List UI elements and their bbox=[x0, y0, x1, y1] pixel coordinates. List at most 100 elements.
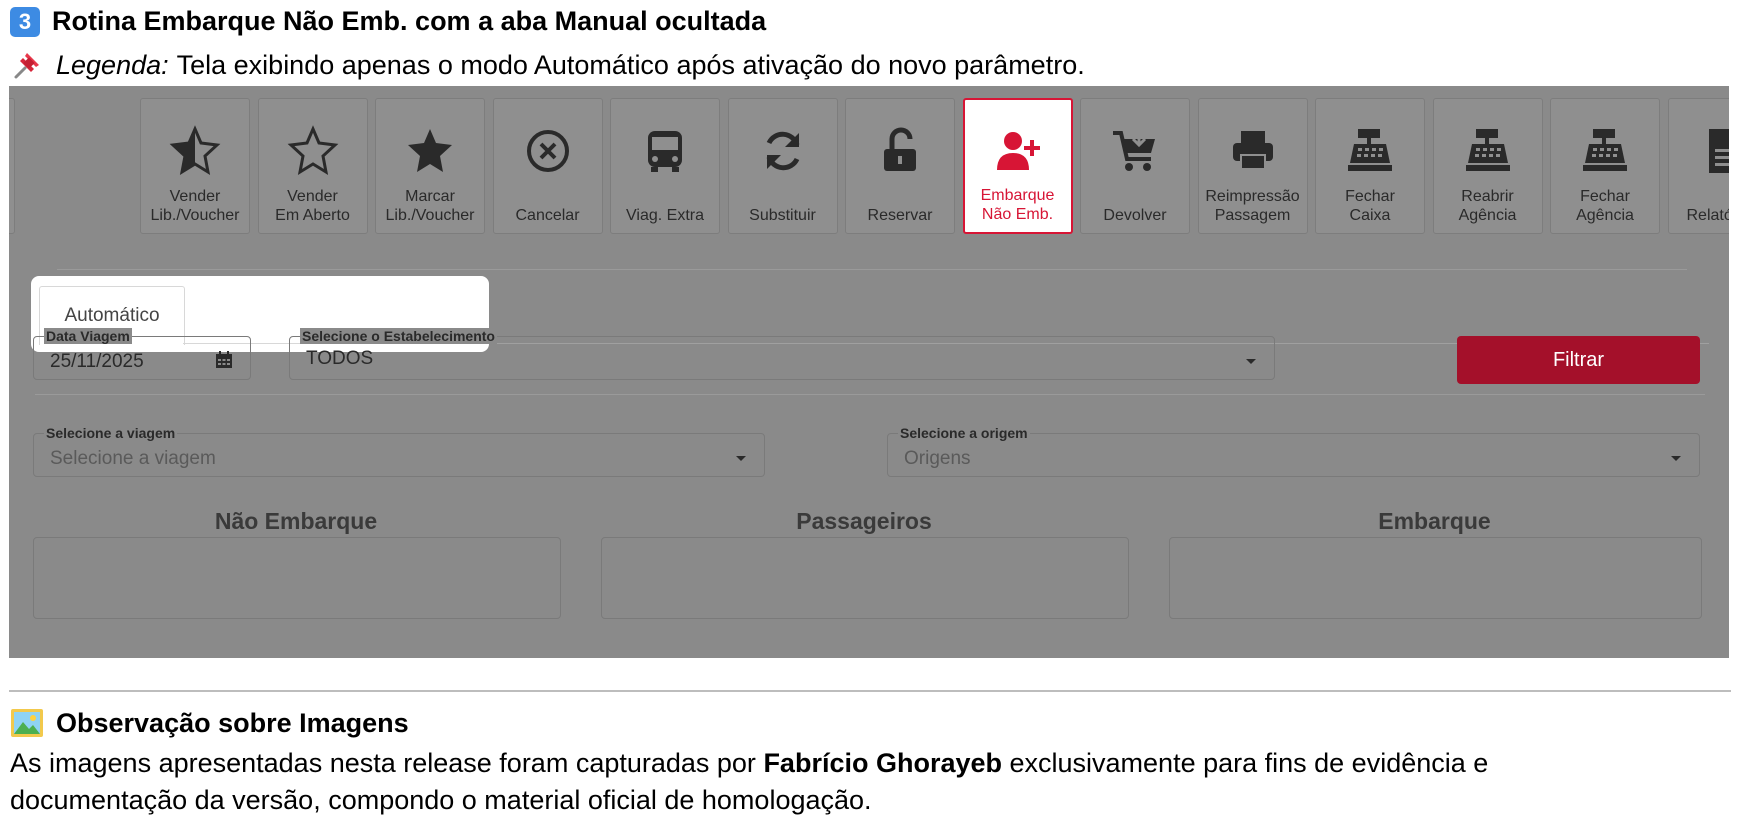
toolbar-button-reimpress-o-passagem[interactable]: Reimpressão Passagem bbox=[1197, 98, 1308, 234]
toolbar-label-line-2: Passagem bbox=[1214, 207, 1291, 224]
user-plus-icon bbox=[996, 132, 1040, 170]
establishment-select[interactable]: Selecione o Estabelecimento TODOS bbox=[289, 328, 1275, 380]
toolbar-button-label: Fechar Caixa bbox=[1316, 187, 1424, 225]
author-name: Fabrício Ghorayeb bbox=[763, 748, 1002, 778]
toolbar-label-line-1: Viag. Extra bbox=[626, 207, 704, 224]
toolbar-label-line-2: Agência bbox=[1458, 207, 1517, 224]
star-half-icon bbox=[169, 125, 221, 176]
toolbar-separator bbox=[57, 269, 1687, 270]
row-separator bbox=[35, 394, 1705, 395]
toolbar-label-line-1: Cancelar bbox=[515, 207, 580, 224]
toolbar-button-fechar-caixa[interactable]: Fechar Caixa bbox=[1315, 98, 1425, 234]
pushpin-icon bbox=[14, 53, 39, 79]
paragraph-line-2: documentação da versão, compondo o mater… bbox=[10, 785, 872, 815]
toolbar-label-line-2: Caixa bbox=[1349, 207, 1391, 224]
observation-heading: Observação sobre Imagens bbox=[10, 706, 409, 740]
section-title: Rotina Embarque Não Emb. com a aba Manua… bbox=[52, 6, 767, 36]
toolbar-button-fechar-ag-ncia[interactable]: Fechar Agência bbox=[1550, 98, 1660, 234]
toolbar-label-line-1: Marcar bbox=[405, 188, 455, 205]
establishment-label: Selecione o Estabelecimento bbox=[300, 328, 497, 344]
horizontal-rule bbox=[9, 690, 1731, 692]
cash-register-icon bbox=[1583, 129, 1627, 171]
number-three-icon: 3 bbox=[10, 6, 40, 37]
filter-button[interactable]: Filtrar bbox=[1457, 336, 1700, 384]
origin-select[interactable]: Selecione a origem Origens bbox=[887, 425, 1700, 477]
paragraph-text-b: exclusivamente para fins de evidência e bbox=[1002, 748, 1489, 778]
observation-title: Observação sobre Imagens bbox=[56, 707, 409, 738]
legend-text: Tela exibindo apenas o modo Automático a… bbox=[176, 49, 1085, 80]
legend-label: Legenda: bbox=[56, 49, 169, 80]
toolbar-button-marcar-lib-voucher[interactable]: Marcar Lib./Voucher bbox=[375, 98, 485, 234]
column-heading-passageiros: Passageiros bbox=[796, 508, 932, 534]
star-solid-icon bbox=[408, 129, 452, 172]
toolbar-button-label: Reservar bbox=[846, 206, 954, 225]
legend-line: Legenda: Tela exibindo apenas o modo Aut… bbox=[10, 48, 1085, 82]
toolbar-button-label: Vender Em Aberto bbox=[259, 187, 367, 225]
paragraph-line-1: As imagens apresentadas nesta release fo… bbox=[10, 748, 1488, 779]
toolbar-button-label: Fechar Agência bbox=[1551, 187, 1659, 225]
toolbar-label-line-1: Devolver bbox=[1103, 207, 1167, 224]
toolbar-button-label: Reimpressão Passagem bbox=[1199, 187, 1307, 225]
toolbar-button-label: Cancelar bbox=[494, 206, 602, 225]
column-heading-embarque: Embarque bbox=[1378, 508, 1491, 534]
toolbar-button-vender-lib-voucher[interactable]: Vender Lib./Voucher bbox=[140, 98, 250, 234]
bus-icon bbox=[648, 131, 682, 172]
toolbar-label-line-1: Fechar bbox=[1345, 188, 1395, 205]
toolbar-button-embarque-n-o-emb-[interactable]: Embarque Não Emb. bbox=[962, 98, 1073, 234]
toolbar-label-line-2: Não Emb. bbox=[981, 206, 1054, 223]
toolbar: Vender Lib./Voucher Vender Em Aberto Marcar L… bbox=[9, 98, 1729, 234]
embedded-screenshot: Vender Lib./Voucher Vender Em Aberto Marcar L… bbox=[9, 86, 1729, 658]
toolbar-label-line-1: Vender bbox=[169, 188, 221, 205]
passageiros-list[interactable] bbox=[601, 537, 1129, 619]
cash-register-icon bbox=[1348, 129, 1392, 171]
toolbar-button-devolver[interactable]: Devolver bbox=[1080, 98, 1190, 234]
date-label: Data Viagem bbox=[44, 328, 132, 344]
toolbar-button-cancelar[interactable]: Cancelar bbox=[492, 98, 603, 234]
toolbar-button-reservar[interactable]: Reservar bbox=[845, 98, 955, 234]
toolbar-button-reabrir-ag-ncia[interactable]: Reabrir Agência bbox=[1432, 98, 1543, 234]
toolbar-button-relat-rios[interactable]: Relatórios bbox=[1667, 98, 1729, 234]
toolbar-button-label: Embarque Não Emb. bbox=[965, 186, 1071, 224]
embarque-list[interactable] bbox=[1169, 537, 1702, 619]
toolbar-button-label: Relatórios bbox=[1669, 206, 1729, 225]
toolbar-label-line-1: Reabrir bbox=[1461, 188, 1514, 205]
origin-label: Selecione a origem bbox=[898, 425, 1030, 441]
toolbar-button-label: Substituir bbox=[729, 206, 837, 225]
toolbar-button-label: Marcar Lib./Voucher bbox=[376, 187, 484, 225]
chevron-down-icon bbox=[736, 456, 746, 461]
section-heading: 3 Rotina Embarque Não Emb. com a aba Man… bbox=[10, 6, 766, 37]
toolbar-button-partial-left[interactable] bbox=[9, 98, 15, 234]
toolbar-button-viag-extra[interactable]: Viag. Extra bbox=[610, 98, 720, 234]
chevron-down-icon bbox=[1246, 359, 1256, 364]
file-icon bbox=[1708, 129, 1729, 173]
calendar-icon[interactable] bbox=[214, 350, 234, 370]
date-field[interactable]: Data Viagem 25/11/2025 bbox=[33, 328, 251, 380]
sync-icon bbox=[766, 131, 799, 171]
toolbar-label-line-1: Reimpressão bbox=[1205, 188, 1300, 205]
unlock-icon bbox=[884, 127, 916, 171]
establishment-value: TODOS bbox=[306, 348, 374, 369]
toolbar-button-label: Viag. Extra bbox=[611, 206, 719, 225]
toolbar-button-label: Devolver bbox=[1081, 206, 1189, 225]
printer-icon bbox=[1232, 131, 1273, 170]
date-value: 25/11/2025 bbox=[50, 351, 144, 372]
toolbar-button-vender-em-aberto[interactable]: Vender Em Aberto bbox=[257, 98, 368, 234]
toolbar-label-line-1: Fechar bbox=[1580, 188, 1630, 205]
paragraph-text-a: As imagens apresentadas nesta release fo… bbox=[10, 748, 764, 778]
trip-label: Selecione a viagem bbox=[44, 425, 178, 441]
toolbar-label-line-2: Lib./Voucher bbox=[150, 207, 240, 224]
toolbar-label-line-1: Relatórios bbox=[1686, 207, 1729, 224]
origin-placeholder: Origens bbox=[904, 448, 971, 469]
column-heading-nao-embarque: Não Embarque bbox=[214, 508, 378, 534]
toolbar-label-line-1: Substituir bbox=[749, 207, 816, 224]
toolbar-label-line-2: Lib./Voucher bbox=[385, 207, 475, 224]
toolbar-button-substituir[interactable]: Substituir bbox=[727, 98, 838, 234]
chevron-down-icon bbox=[1671, 456, 1681, 461]
toolbar-button-label: Vender Lib./Voucher bbox=[141, 187, 249, 225]
toolbar-label-line-1: Embarque bbox=[980, 187, 1055, 204]
nao-embarque-list[interactable] bbox=[33, 537, 561, 619]
cash-register-icon bbox=[1465, 129, 1510, 171]
framed-picture-icon bbox=[11, 709, 43, 737]
trip-select[interactable]: Selecione a viagem Selecione a viagem bbox=[33, 425, 765, 477]
toolbar-button-label: Reabrir Agência bbox=[1434, 187, 1542, 225]
